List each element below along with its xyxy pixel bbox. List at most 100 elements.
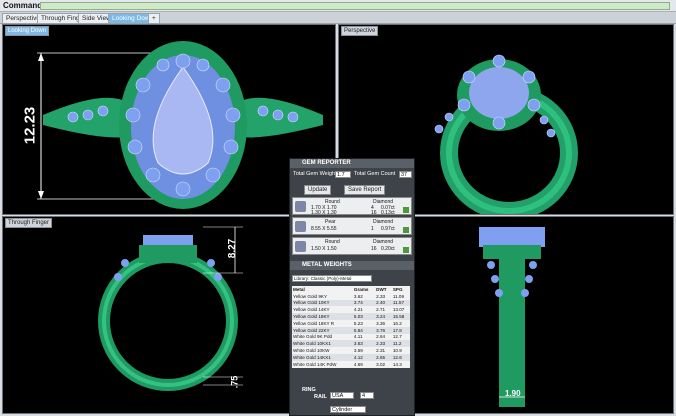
table-cell: 4.21 (353, 307, 363, 313)
library-select[interactable]: Library: Classic (Poly)-Metal (292, 275, 372, 282)
gem-shape: Pear (325, 219, 336, 225)
table-cell: 2.33 (376, 293, 386, 299)
table-cell: White Gold 14KX1 (293, 354, 331, 360)
table-cell: 11.57 (392, 300, 405, 306)
table-row[interactable]: Yellow Gold 22KY 5.84 3.76 17.8 (292, 326, 410, 334)
rail-select[interactable]: USA (330, 392, 354, 399)
column-header: DWT (376, 286, 387, 292)
table-cell: White Gold 10KX1 (293, 341, 331, 347)
gem-material: Diamond (373, 239, 394, 245)
gem-qty: 16 (371, 246, 377, 252)
table-cell: 3.36 (376, 320, 386, 326)
add-tab-button[interactable]: + (148, 13, 160, 24)
gem-row[interactable]: Round Diamond 1.70 X 1.70 4 0.07ct 1.30 … (292, 197, 412, 216)
gem-size: 1.50 X 1.50 (311, 246, 337, 252)
viewport-tab-strip: Perspective Through Finger Side View Loo… (0, 12, 676, 24)
command-input[interactable] (40, 2, 670, 10)
table-cell: White Gold 14K PdW (293, 361, 337, 367)
table-cell: 12.6 (392, 354, 402, 360)
table-cell: 2.31 (376, 348, 386, 354)
table-cell: 3.59 (353, 348, 363, 354)
table-cell: 17.8 (392, 327, 402, 333)
table-row[interactable]: Yellow Gold 18KY R 5.23 3.36 16.2 (292, 320, 410, 327)
table-row[interactable]: White Gold 14KX1 4.12 2.65 12.6 (292, 353, 410, 361)
dimension-thickness: .75 (229, 375, 240, 389)
table-cell: White Gold 9K Pdd (293, 334, 333, 340)
select-check-icon[interactable] (403, 227, 409, 233)
gem-shape: Round (325, 239, 340, 245)
table-cell: 12.7 (392, 334, 402, 340)
gem-reporter-panel: GEM REPORTER Total Gem Weight 1.7 Total … (289, 158, 415, 416)
gem-round-icon (295, 241, 306, 252)
table-cell: Yellow Gold 14KY (293, 307, 330, 313)
table-row[interactable]: Yellow Gold 18KY 5.03 3.24 15.58 (292, 313, 410, 320)
table-cell: 2.40 (376, 300, 386, 306)
dimension-length: 12.23 (21, 106, 39, 145)
table-row[interactable]: Yellow Gold 9KY 3.62 2.33 11.09 (292, 293, 410, 300)
column-header: Grams (353, 286, 369, 292)
table-cell: 2.71 (376, 307, 386, 313)
table-row[interactable]: White Gold 9K Pdd 4.11 2.64 12.7 (292, 334, 410, 341)
table-cell: 3.62 (353, 293, 363, 299)
gem-size: 1.30 X 1.30 (311, 210, 337, 216)
table-cell: 15.58 (392, 314, 405, 320)
rail-label: RAIL (314, 394, 327, 400)
table-cell: 4.12 (353, 354, 363, 360)
table-row[interactable]: Yellow Gold 14KY 4.21 2.71 13.07 (292, 306, 410, 313)
table-cell: 10.9 (392, 348, 402, 354)
table-cell: Yellow Gold 10KY (293, 300, 330, 306)
gem-weight: 0.20ct (381, 246, 395, 252)
gem-material: Diamond (373, 219, 394, 225)
table-cell: 2.64 (376, 334, 386, 340)
table-cell: 11.2 (392, 341, 402, 347)
table-cell: 4.69 (353, 361, 363, 367)
bottom-select[interactable]: Cylinder (330, 406, 366, 413)
table-row[interactable]: White Gold 10KW 3.59 2.31 10.9 (292, 347, 410, 354)
gem-weight: 0.13ct (381, 210, 395, 216)
ring-top-view (37, 41, 323, 209)
total-weight-field[interactable]: 1.7 (335, 171, 351, 178)
gem-row[interactable]: Round Diamond 1.50 X 1.50 16 0.20ct (292, 237, 412, 255)
table-cell: 2.65 (376, 354, 386, 360)
column-header: Metal (293, 286, 305, 292)
ring-front-view (98, 226, 243, 391)
gem-row[interactable]: Pear Diamond 8.55 X 5.55 1 0.97ct (292, 217, 412, 235)
size-select[interactable]: 4 (360, 392, 374, 399)
gem-qty: 1 (371, 226, 374, 232)
table-cell: Yellow Gold 9KY (293, 293, 328, 299)
gem-reporter-header: GEM REPORTER (290, 159, 414, 168)
table-cell: 14.3 (392, 361, 402, 367)
table-cell: 3.74 (353, 300, 363, 306)
select-check-icon[interactable] (403, 247, 409, 253)
gem-qty: 16 (371, 210, 377, 216)
gem-weight: 0.97ct (381, 226, 395, 232)
select-check-icon[interactable] (403, 207, 409, 213)
total-count-field[interactable]: 37 (399, 171, 412, 178)
ring-label: RING (302, 387, 316, 393)
table-cell: 2.33 (376, 341, 386, 347)
table-cell: 3.63 (353, 341, 363, 347)
table-cell: 4.11 (353, 334, 363, 340)
table-cell: 3.24 (376, 314, 386, 320)
command-bar: Command: (0, 0, 676, 12)
table-cell: 5.84 (353, 327, 363, 333)
viewport-through-finger[interactable]: Through Finger 8.27 .75 (2, 216, 336, 414)
table-cell: Yellow Gold 22KY (293, 327, 330, 333)
viewport-looking-down[interactable]: Looking Down 12.23 (2, 24, 336, 215)
update-button[interactable]: Update (304, 185, 332, 195)
metal-weights-table: Metal Grams DWT SPG Yellow Gold 9KY 3.62 2… (292, 286, 410, 368)
table-cell: 5.03 (353, 314, 363, 320)
gem-round-icon (295, 201, 306, 212)
table-cell: 3.76 (376, 327, 386, 333)
dimension-height: 8.27 (227, 238, 239, 259)
table-row[interactable]: White Gold 10KX1 3.63 2.33 11.2 (292, 340, 410, 348)
table-cell: 5.23 (353, 320, 363, 326)
table-cell: 11.09 (392, 293, 405, 299)
table-cell: 13.07 (392, 307, 405, 313)
table-cell: Yellow Gold 18KY R (293, 320, 335, 326)
metal-weights-header: METAL WEIGHTS (290, 261, 414, 270)
table-row[interactable]: White Gold 14K PdW 4.69 3.02 14.3 (292, 361, 410, 368)
table-cell: White Gold 10KW (293, 348, 330, 354)
save-report-button[interactable]: Save Report (344, 185, 386, 195)
table-row[interactable]: Yellow Gold 10KY 3.74 2.40 11.57 (292, 299, 410, 307)
